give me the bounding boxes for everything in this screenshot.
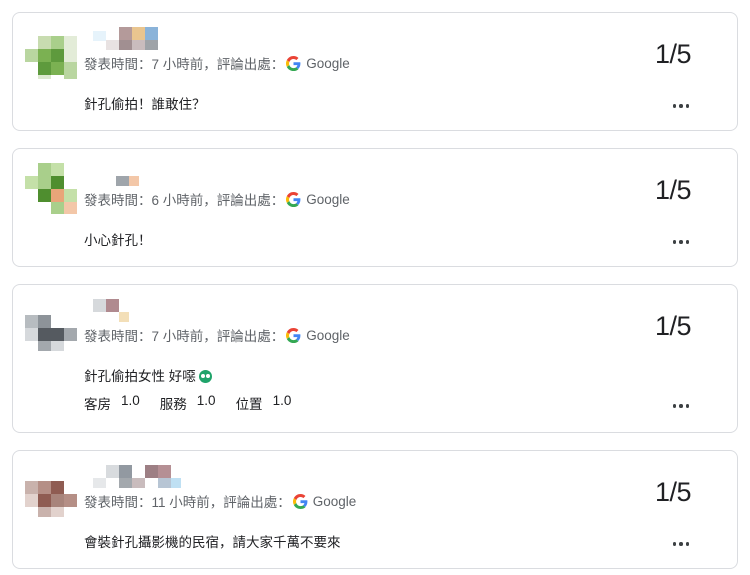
review-text-line: 針孔偷拍女性 好噁 (84, 365, 212, 385)
review-text: 針孔偷拍！誰敢住？ (84, 97, 206, 112)
review-source: Google (306, 327, 350, 343)
avatar (25, 461, 85, 517)
review-source: Google (306, 55, 350, 71)
sub-ratings: 客房 1.0 服務 1.0 位置 1.0 (84, 393, 291, 413)
sub-rating-location: 位置 1.0 (236, 393, 292, 413)
reviewer-name-redacted (93, 23, 213, 51)
review-meta: 發表時間：11 小時前，評論出處： Google (84, 491, 356, 511)
more-options-button[interactable] (671, 534, 691, 554)
review-meta: 發表時間：7 小時前，評論出處： Google (84, 53, 350, 73)
sub-rating-label: 位置 (235, 397, 263, 412)
post-time-label: 發表時間：7 小時前，評論出處： (84, 329, 285, 344)
dot-icon (672, 404, 677, 408)
dot-icon (672, 542, 677, 546)
avatar (25, 159, 85, 215)
review-source: Google (312, 493, 357, 509)
dot-icon (679, 240, 683, 244)
avatar (25, 23, 85, 79)
dot-icon (672, 104, 677, 108)
google-icon (292, 493, 308, 509)
google-icon (286, 55, 301, 71)
google-icon (286, 191, 301, 207)
review-text: 小心針孔！ (84, 233, 152, 248)
review-card: 發表時間：7 小時前，評論出處： Google 1/5 針孔偷拍女性 好噁 客房… (12, 284, 738, 433)
dot-icon (685, 542, 690, 546)
reviewer-name-redacted (93, 295, 213, 323)
more-options-button[interactable] (671, 396, 691, 416)
sub-rating-value: 1.0 (196, 393, 216, 408)
more-options-button[interactable] (671, 232, 691, 252)
review-rating: 1/5 (654, 39, 692, 69)
sub-rating-value: 1.0 (121, 393, 140, 408)
reviewer-name-redacted (93, 159, 213, 187)
reviewer-name-redacted (93, 461, 213, 489)
review-card: 發表時間：7 小時前，評論出處： Google 1/5 針孔偷拍！誰敢住？ (12, 12, 738, 131)
review-card: 發表時間：11 小時前，評論出處： Google 1/5 會裝針孔攝影機的民宿，… (12, 450, 738, 569)
review-rating: 1/5 (654, 477, 692, 507)
dot-icon (685, 240, 690, 244)
dot-icon (679, 104, 683, 108)
review-rating: 1/5 (654, 311, 692, 341)
dot-icon (685, 104, 690, 108)
review-card: 發表時間：6 小時前，評論出處： Google 1/5 小心針孔！ (12, 148, 738, 267)
review-source: Google (306, 191, 350, 207)
review-text: 針孔偷拍女性 好噁 (84, 369, 196, 384)
sub-rating-value: 1.0 (272, 393, 292, 408)
post-time-label: 發表時間：7 小時前，評論出處： (84, 57, 285, 72)
post-time-label: 發表時間：6 小時前，評論出處： (84, 193, 285, 208)
sub-rating-room: 客房 1.0 (84, 393, 140, 413)
sub-rating-label: 客房 (84, 397, 111, 412)
dot-icon (679, 542, 683, 546)
google-icon (286, 327, 301, 343)
dot-icon (679, 404, 683, 408)
avatar (25, 295, 85, 351)
dot-icon (685, 404, 690, 408)
review-text: 會裝針孔攝影機的民宿，請大家千萬不要來 (84, 535, 341, 550)
nauseated-face-icon (198, 370, 212, 383)
review-meta: 發表時間：6 小時前，評論出處： Google (84, 189, 350, 209)
sub-rating-service: 服務 1.0 (160, 393, 216, 413)
dot-icon (672, 240, 677, 244)
sub-rating-label: 服務 (159, 397, 187, 412)
review-rating: 1/5 (654, 175, 692, 205)
post-time-label: 發表時間：11 小時前，評論出處： (84, 495, 291, 510)
more-options-button[interactable] (671, 96, 691, 116)
review-meta: 發表時間：7 小時前，評論出處： Google (84, 325, 350, 345)
